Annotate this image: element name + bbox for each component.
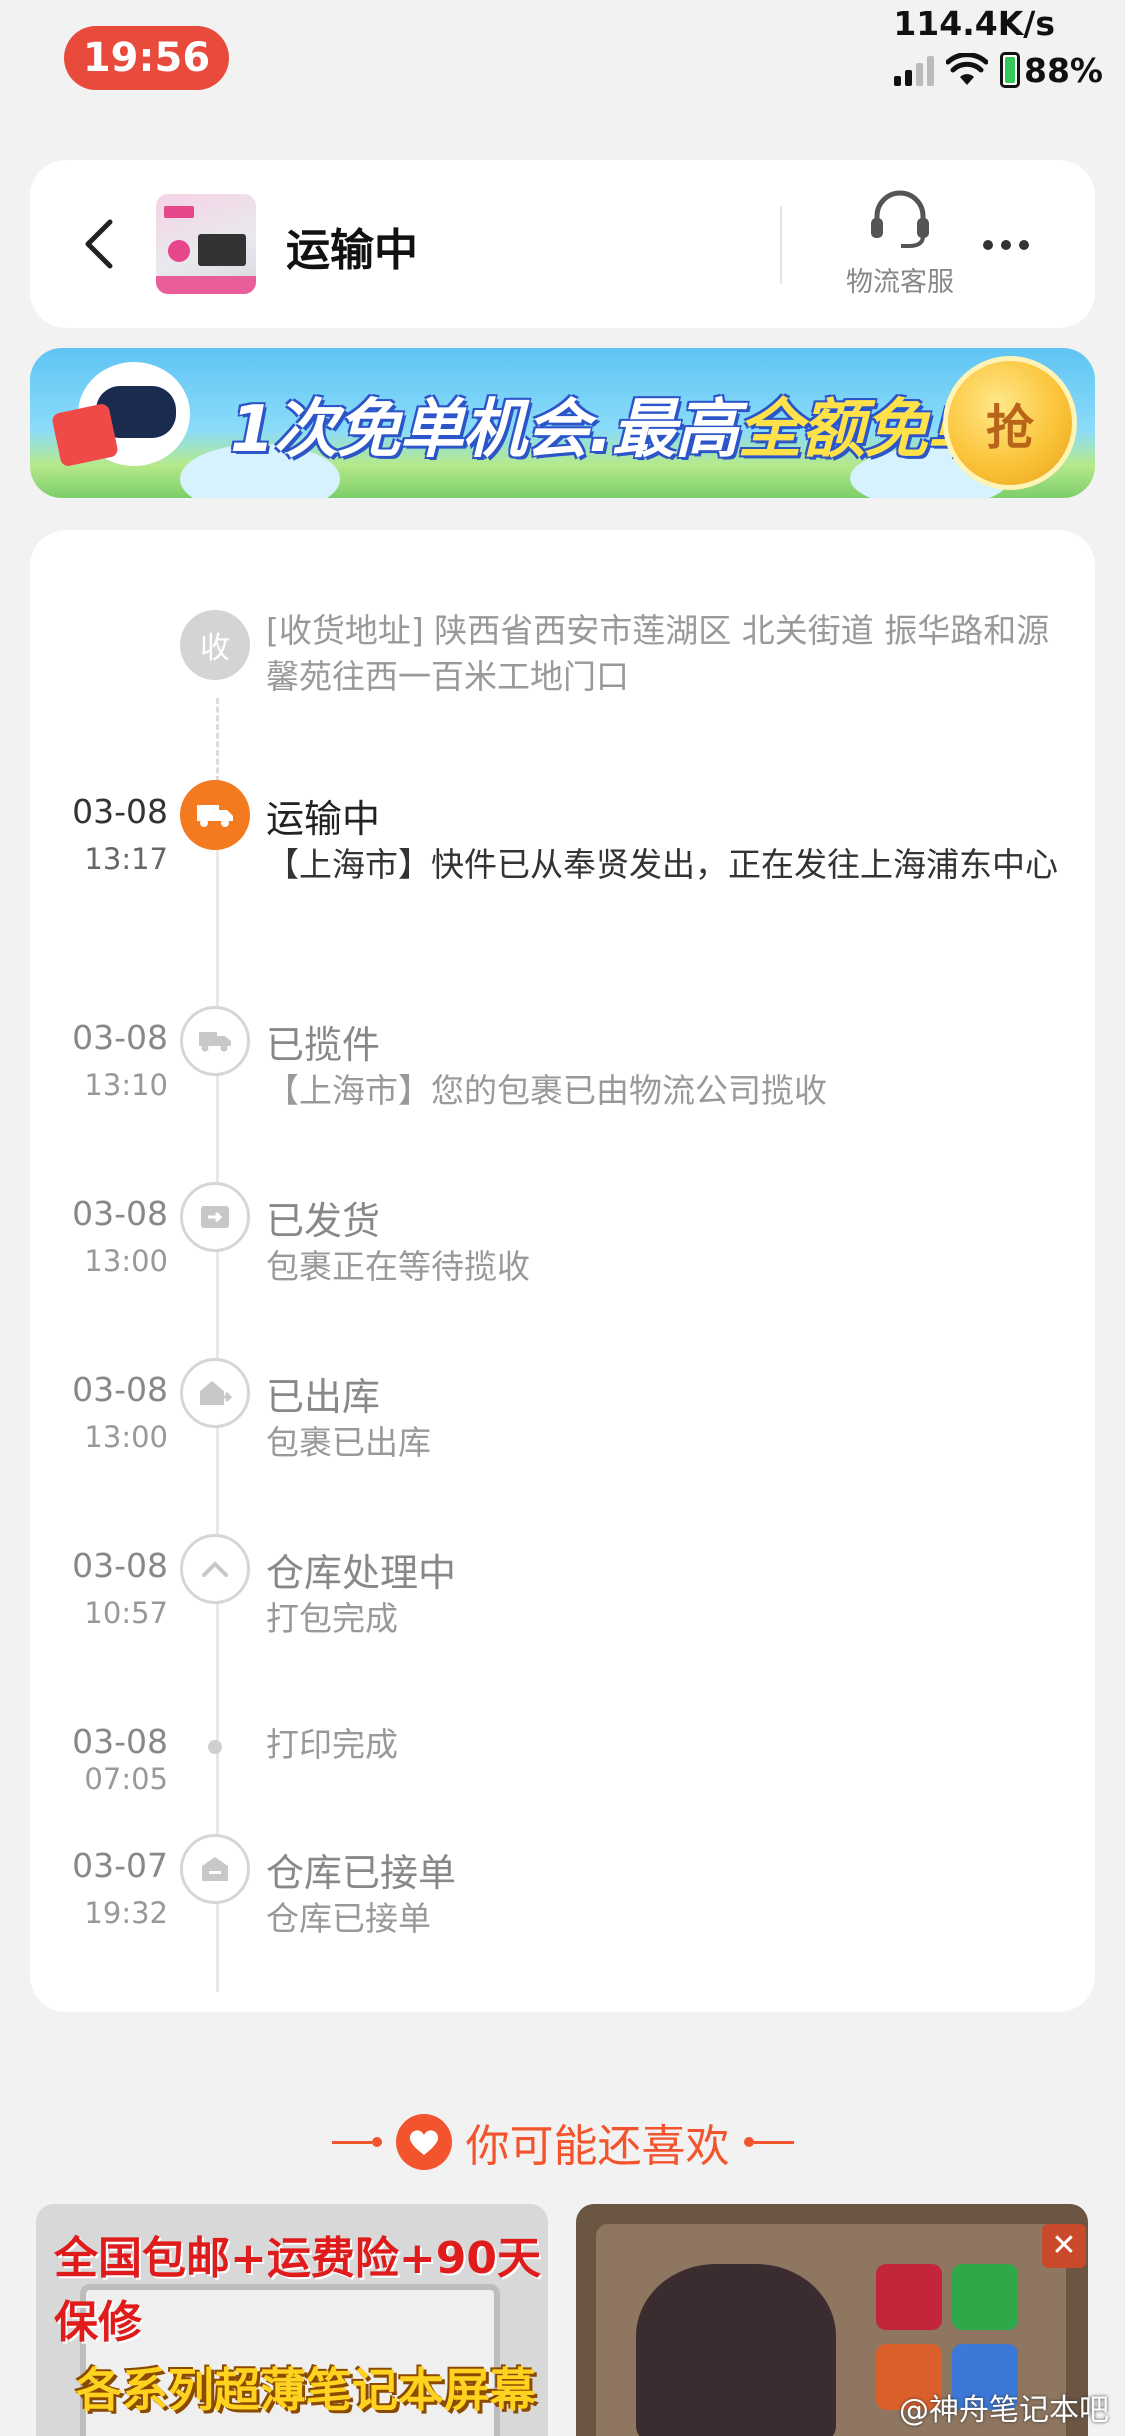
event-title: 已出库 [266,1375,381,1419]
warehouse-icon [180,1834,250,1904]
shipped-box-icon [180,1182,250,1252]
chevron-up-icon [180,1534,250,1604]
promo-banner[interactable]: 1次免单机会.最高全额免单 抢 [30,348,1095,498]
header-divider [780,206,782,284]
truck-outline-icon [180,1006,250,1076]
event-time: 13:17 [84,842,168,876]
status-time: 19:56 [64,26,229,90]
watermark-text: @神舟笔记本吧 [899,2393,1109,2428]
event-date: 03-08 [72,1546,168,1585]
game-character-image [636,2264,836,2436]
battery-percent: 88% [1024,50,1103,90]
recommend-title: 你可能还喜欢 [465,2121,730,2172]
close-icon: ✕ [1042,2224,1086,2268]
wifi-icon [946,53,988,85]
event-title: 已发货 [266,1199,381,1243]
header-bar: 运输中 物流客服 [30,160,1095,328]
back-button[interactable] [70,212,130,276]
status-bar: 19:56 114.4K/s 88% [0,0,1125,110]
heart-icon [395,2114,452,2170]
event-date: 03-08 [72,1370,168,1409]
event-desc: 包裹已出库 [266,1423,431,1462]
event-desc: 【上海市】您的包裹已由物流公司揽收 [266,1071,827,1110]
product-promo-line2: 各系列超薄笔记本屏幕 [76,2363,536,2417]
chevron-left-icon [85,219,113,269]
event-time: 13:00 [84,1244,168,1278]
page-title: 运输中 [286,225,418,276]
status-icons: 88% [894,50,1103,90]
grab-button[interactable]: 抢 [943,356,1077,490]
event-title: 仓库已接单 [266,1851,457,1895]
event-desc: 打印完成 [266,1725,398,1764]
event-title: 已揽件 [266,1023,381,1067]
event-date: 03-08 [72,1018,168,1057]
logistics-service-button[interactable]: 物流客服 [810,188,990,308]
recommend-header: 你可能还喜欢 [0,2112,1125,2172]
event-desc: 【上海市】快件已从奉贤发出，正在发往上海浦东中心 [266,845,1058,884]
event-desc: 仓库已接单 [266,1899,431,1938]
more-button[interactable] [970,220,1042,270]
event-title: 运输中 [266,797,381,841]
event-desc: 打包完成 [266,1599,398,1638]
event-desc: 包裹正在等待揽收 [266,1247,530,1286]
event-date: 03-07 [72,1846,168,1885]
dot-icon [208,1740,222,1754]
event-title: 仓库处理中 [266,1551,457,1595]
product-thumbnail[interactable] [156,194,256,294]
event-date: 03-08 [72,1194,168,1233]
product-promo-line1: 全国包邮+运费险+90天保修 [54,2233,541,2348]
warehouse-out-icon [180,1358,250,1428]
address-node: 收 [180,610,250,680]
more-dots-icon [983,240,1029,250]
event-date: 03-08 [72,1722,168,1761]
banner-headline: 1次免单机会.最高全额免单 [230,393,991,467]
truck-icon [180,780,250,850]
headset-icon [871,190,929,248]
logistics-service-label: 物流客服 [846,267,954,298]
event-time: 07:05 [84,1762,168,1796]
event-time: 13:10 [84,1068,168,1102]
event-date: 03-08 [72,792,168,831]
battery-indicator: 88% [1000,51,1103,90]
network-speed: 114.4K/s [893,4,1055,43]
robot-mascot-icon [51,358,206,488]
delivery-address: [收货地址] 陕西省西安市莲湖区 北关街道 振华路和源馨苑往西一百米工地门口 [266,611,1050,696]
event-time: 19:32 [84,1896,168,1930]
product-card-screen[interactable]: 全国包邮+运费险+90天保修 各系列超薄笔记本屏幕 [36,2204,548,2436]
logistics-timeline: 收 [收货地址] 陕西省西安市莲湖区 北关街道 振华路和源馨苑往西一百米工地门口… [30,530,1095,2012]
battery-icon [1000,52,1020,88]
event-time: 10:57 [84,1596,168,1630]
signal-icon [894,54,934,86]
event-time: 13:00 [84,1420,168,1454]
